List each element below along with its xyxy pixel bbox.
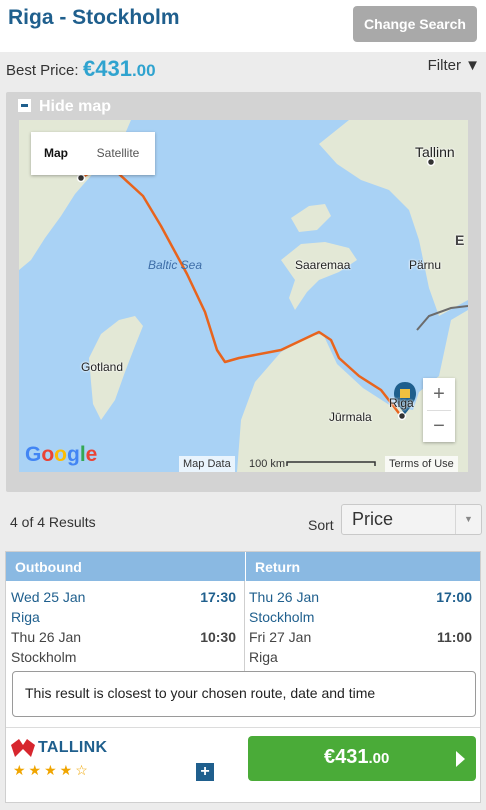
label-riga: Riga — [389, 396, 414, 410]
label-baltic-sea: Baltic Sea — [148, 258, 203, 272]
zoom-in-button[interactable]: + — [423, 378, 455, 410]
outbound-depart-time: 17:30 — [200, 589, 236, 605]
label-tallinn: Tallinn — [415, 144, 455, 160]
hide-map-label: Hide map — [39, 98, 112, 115]
outbound-arrive-date: Thu 26 Jan — [11, 629, 82, 645]
land-hiiumaa — [291, 204, 331, 232]
best-price-value: €431.00 — [83, 56, 156, 82]
result-card: Outbound Return Wed 25 Jan 17:30 Riga Th… — [5, 551, 481, 803]
label-jurmala: Jūrmala — [329, 410, 372, 424]
map-type-tabs: Map Satellite — [31, 132, 155, 175]
google-logo: Google — [25, 443, 98, 466]
label-gotland: Gotland — [81, 360, 124, 374]
return-depart-port: Stockholm — [249, 609, 315, 625]
results-toolbar: 4 of 4 Results Sort Price ▼ — [0, 500, 486, 544]
chevron-down-icon: ▼ — [455, 505, 481, 534]
return-arrive-date: Fri 27 Jan — [249, 629, 312, 645]
tab-satellite[interactable]: Satellite — [81, 132, 155, 175]
terms-link[interactable]: Terms of Use — [385, 456, 458, 472]
hide-map-toggle[interactable]: Hide map — [18, 98, 111, 116]
header: Riga - Stockholm Change Search — [0, 0, 486, 52]
best-price-label: Best Price: — [6, 62, 79, 79]
card-footer: TALLINK ★★★★☆ + €431.00 — [6, 727, 480, 802]
return-depart-time: 17:00 — [436, 589, 472, 605]
map-data-link[interactable]: Map Data — [179, 456, 235, 472]
zoom-control: + − — [423, 378, 455, 442]
operator-name: TALLINK — [38, 739, 108, 756]
outbound-arrive-time: 10:30 — [200, 629, 236, 645]
outbound-arrive-port: Stockholm — [11, 649, 77, 665]
zoom-out-button[interactable]: − — [423, 410, 455, 442]
outbound-depart-date: Wed 25 Jan — [11, 589, 86, 605]
riga-dot — [397, 411, 407, 421]
land-saaremaa — [281, 242, 357, 310]
leg-divider — [244, 581, 245, 671]
book-price-whole: €431 — [324, 746, 369, 768]
rating-stars: ★★★★☆ — [13, 762, 91, 778]
page-title: Riga - Stockholm — [8, 6, 180, 29]
route-match-note: This result is closest to your chosen ro… — [12, 671, 476, 717]
tab-map[interactable]: Map — [31, 132, 81, 175]
best-price-whole: €431 — [83, 56, 132, 81]
outbound-depart-port: Riga — [11, 609, 40, 625]
route-map[interactable]: Map Satellite Tallinn Baltic Sea Saarema… — [19, 120, 468, 472]
return-depart-date: Thu 26 Jan — [249, 589, 320, 605]
book-price: €431.00 — [324, 746, 389, 769]
sort-value: Price — [352, 509, 394, 529]
card-header: Outbound Return — [6, 552, 480, 581]
outbound-header: Outbound — [15, 559, 82, 575]
sort-label: Sort — [308, 517, 334, 533]
best-price-bar: Best Price: €431.00 Filter ▼ — [0, 52, 486, 88]
map-panel: Hide map Map Satellite Tallinn Baltic Se… — [6, 92, 481, 492]
map-scale-label: 100 km — [249, 458, 286, 470]
return-arrive-port: Riga — [249, 649, 278, 665]
arrow-right-icon — [456, 751, 465, 767]
return-arrive-time: 11:00 — [436, 629, 472, 645]
operator-logo: TALLINK — [11, 739, 107, 759]
book-price-cents: .00 — [368, 750, 390, 767]
results-count: 4 of 4 Results — [10, 514, 96, 530]
label-parnu: Pärnu — [409, 258, 442, 272]
select-price-button[interactable]: €431.00 — [248, 736, 476, 781]
return-header: Return — [255, 559, 301, 575]
filter-button[interactable]: Filter ▼ — [428, 57, 480, 74]
more-details-button[interactable]: + — [196, 763, 214, 781]
label-saaremaa: Saaremaa — [295, 258, 351, 272]
collapse-icon — [18, 99, 31, 112]
tallink-logo-icon — [11, 739, 35, 757]
header-divider — [245, 552, 246, 581]
stockholm-dot — [76, 173, 86, 183]
ferry-route — [80, 164, 402, 417]
best-price-cents: .00 — [131, 61, 156, 80]
label-edge: E — [455, 232, 465, 248]
zoom-divider — [427, 410, 451, 411]
change-search-button[interactable]: Change Search — [353, 6, 477, 42]
sort-select[interactable]: Price ▼ — [341, 504, 482, 535]
